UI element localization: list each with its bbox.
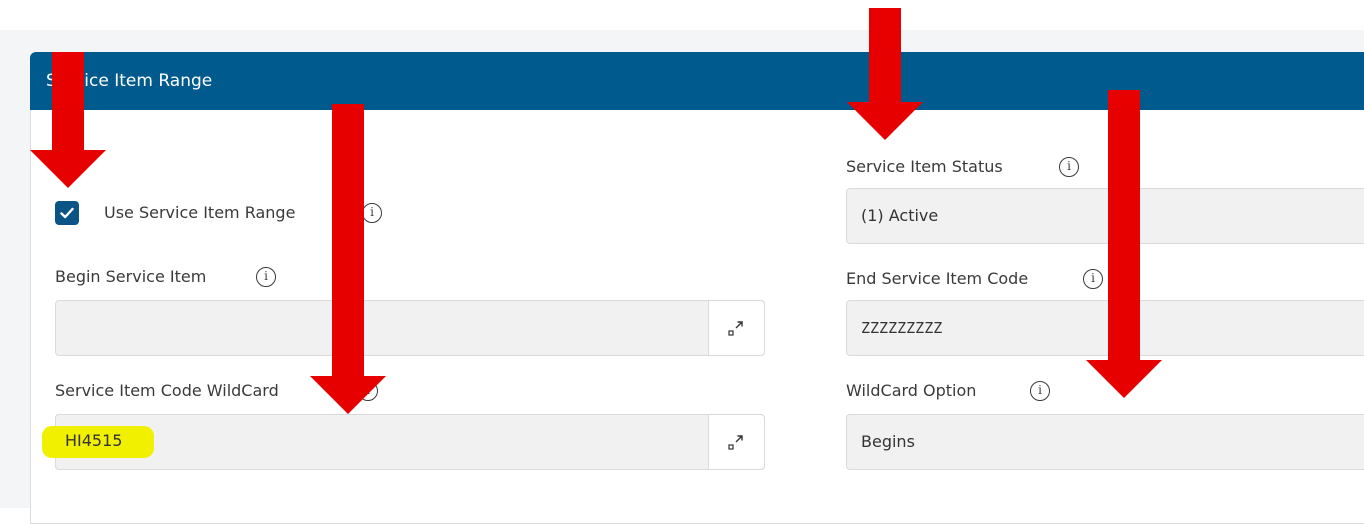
expand-icon <box>728 435 743 450</box>
check-icon <box>60 207 74 219</box>
begin-service-item-lookup-button[interactable] <box>708 301 764 355</box>
info-icon[interactable]: i <box>256 267 276 287</box>
annotation-arrow-down <box>30 52 106 188</box>
expand-icon <box>728 321 743 336</box>
use-service-item-range-checkbox[interactable] <box>55 201 79 225</box>
end-service-item-code-value: ZZZZZZZZZ <box>861 319 943 337</box>
wildcard-lookup-button[interactable] <box>708 415 764 469</box>
info-icon[interactable]: i <box>1059 157 1079 177</box>
service-item-status-value: (1) Active <box>861 206 939 225</box>
info-icon[interactable]: i <box>1030 381 1050 401</box>
begin-service-item-field[interactable] <box>55 300 765 356</box>
begin-service-item-label: Begin Service Item <box>55 267 207 286</box>
annotation-arrow-down <box>847 8 923 140</box>
panel-header <box>30 52 1364 110</box>
top-strip <box>0 0 1364 30</box>
service-item-code-wildcard-value: HI4515 <box>65 431 123 450</box>
wildcard-option-value: Begins <box>861 432 915 451</box>
annotation-arrow-down <box>310 104 386 414</box>
begin-service-item-value <box>56 301 70 355</box>
service-item-code-wildcard-label: Service Item Code WildCard <box>55 381 279 400</box>
wildcard-option-label: WildCard Option <box>846 381 977 400</box>
service-item-code-wildcard-field[interactable] <box>55 414 765 470</box>
use-service-item-range-label: Use Service Item Range <box>104 203 296 222</box>
service-item-status-label: Service Item Status <box>846 157 1003 176</box>
wildcard-option-select[interactable]: Begins <box>846 414 1364 470</box>
annotation-arrow-down <box>1086 90 1162 398</box>
end-service-item-code-label: End Service Item Code <box>846 269 1029 288</box>
